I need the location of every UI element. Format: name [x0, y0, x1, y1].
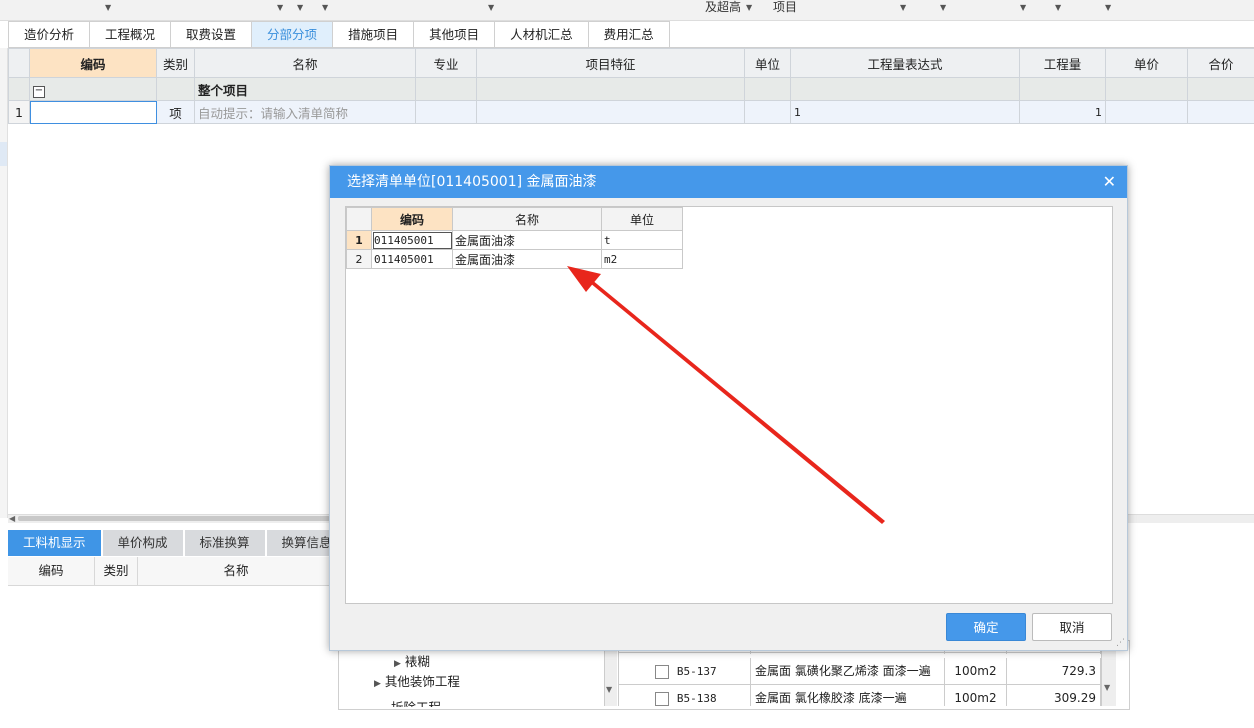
- ok-button[interactable]: 确定: [946, 613, 1026, 641]
- table-row[interactable]: B5-138 金属面 氯化橡胶漆 底漆一遍 100m2 309.29: [619, 685, 1101, 706]
- table-row[interactable]: 2 011405001 金属面油漆 m2: [346, 249, 683, 269]
- dropdown-arrow-icon[interactable]: ▼: [940, 3, 946, 12]
- dropdown-arrow-icon[interactable]: ▼: [105, 3, 111, 12]
- row-number: 1: [8, 100, 30, 124]
- top-item-b[interactable]: 项目: [773, 0, 797, 14]
- collapse-icon[interactable]: −: [33, 85, 45, 98]
- col-header-features[interactable]: 项目特征: [476, 48, 745, 78]
- table-row[interactable]: B5-137 金属面 氯磺化聚乙烯漆 面漆一遍 100m2 729.3: [619, 658, 1101, 685]
- unit-row-unit[interactable]: t: [601, 230, 683, 250]
- tab-cost-analysis[interactable]: 造价分析: [8, 21, 91, 47]
- dropdown-arrow-icon[interactable]: ▼: [1020, 3, 1026, 12]
- tree-item-wallpaper[interactable]: ▶ 裱糊: [394, 651, 430, 670]
- row-type[interactable]: 项: [156, 100, 195, 124]
- row-number: 2: [346, 249, 372, 269]
- left-strip: [0, 48, 8, 518]
- unit-col-unit[interactable]: 单位: [601, 207, 683, 231]
- unit-row-name[interactable]: 金属面油漆: [452, 230, 602, 250]
- dropdown-arrow-icon[interactable]: ▼: [277, 3, 283, 12]
- tab-fee-summary[interactable]: 费用汇总: [588, 21, 670, 47]
- group-row[interactable]: − 整个项目: [8, 77, 1254, 101]
- row-number: 1: [346, 230, 372, 250]
- dropdown-arrow-icon[interactable]: ▼: [900, 3, 906, 12]
- unit-col-code[interactable]: 编码: [371, 207, 453, 231]
- bottom-col-name[interactable]: 名称: [138, 557, 334, 585]
- row-qty[interactable]: 1: [1019, 100, 1106, 124]
- group-row-num: [8, 77, 30, 101]
- tab-measures[interactable]: 措施项目: [333, 21, 415, 47]
- tab-fee-settings[interactable]: 取费设置: [171, 21, 253, 47]
- col-header-qty[interactable]: 工程量: [1019, 48, 1106, 78]
- bottom-col-code[interactable]: 编码: [8, 557, 95, 585]
- dialog-grid-area: 编码 名称 单位 1 011405001 金属面油漆 t 2 011405001…: [345, 206, 1113, 604]
- unit-grid: 编码 名称 单位 1 011405001 金属面油漆 t 2 011405001…: [346, 207, 683, 269]
- scroll-down-icon[interactable]: ▼: [606, 685, 612, 694]
- col-header-specialty[interactable]: 专业: [415, 48, 477, 78]
- unit-row-code[interactable]: 011405001: [371, 249, 453, 269]
- scrollbar-thumb[interactable]: [18, 516, 330, 521]
- tab-material-display[interactable]: 工料机显示: [8, 530, 101, 556]
- resize-grip-icon[interactable]: ⋰: [1116, 638, 1125, 648]
- dropdown-arrow-icon[interactable]: ▼: [1055, 3, 1061, 12]
- tree-item-other-decoration[interactable]: ▶ 其他装饰工程: [374, 671, 460, 690]
- scroll-left-icon[interactable]: ◀: [9, 514, 15, 523]
- main-tab-bar: 造价分析 工程概况 取费设置 分部分项 措施项目 其他项目 人材机汇总 费用汇总: [8, 21, 1254, 48]
- tab-project-overview[interactable]: 工程概况: [90, 21, 172, 47]
- grid-corner: [8, 48, 30, 78]
- tab-labor-material-summary[interactable]: 人材机汇总: [495, 21, 589, 47]
- tab-subitems[interactable]: 分部分项: [252, 21, 334, 47]
- tree-expand-icon[interactable]: ▶: [374, 679, 381, 689]
- dropdown-arrow-icon[interactable]: ▼: [322, 3, 328, 12]
- dropdown-arrow-icon[interactable]: ▼: [488, 3, 494, 12]
- dialog-title: 选择清单单位[011405001] 金属面油漆: [347, 174, 597, 190]
- col-header-name[interactable]: 名称: [194, 48, 416, 78]
- unit-row-name[interactable]: 金属面油漆: [452, 249, 602, 269]
- group-name: 整个项目: [194, 77, 416, 101]
- bottom-col-type[interactable]: 类别: [95, 557, 138, 585]
- col-header-type[interactable]: 类别: [156, 48, 195, 78]
- cancel-button[interactable]: 取消: [1032, 613, 1112, 641]
- tab-other-items[interactable]: 其他项目: [414, 21, 496, 47]
- col-header-unit-price[interactable]: 单价: [1105, 48, 1188, 78]
- dropdown-arrow-icon[interactable]: ▼: [297, 3, 303, 12]
- bottom-tab-bar: 工料机显示 单价构成 标准换算 换算信息: [8, 530, 349, 556]
- close-icon[interactable]: ✕: [1103, 166, 1116, 198]
- row-checkbox[interactable]: [655, 664, 669, 679]
- unit-grid-corner: [346, 207, 372, 231]
- tree-expand-icon[interactable]: ▶: [394, 659, 401, 669]
- col-header-code[interactable]: 编码: [29, 48, 157, 78]
- grid-header-row: 编码 类别 名称 专业 项目特征 单位 工程量表达式 工程量 单价 合价: [8, 48, 1254, 78]
- tab-price-composition[interactable]: 单价构成: [102, 530, 183, 556]
- row-checkbox[interactable]: [655, 691, 669, 706]
- col-header-qty-expr[interactable]: 工程量表达式: [790, 48, 1020, 78]
- row-qty-expr[interactable]: 1: [790, 100, 1020, 124]
- scroll-down-icon[interactable]: ▼: [1104, 683, 1110, 692]
- tab-standard-conversion[interactable]: 标准换算: [184, 530, 265, 556]
- dialog-title-bar[interactable]: 选择清单单位[011405001] 金属面油漆 ✕: [330, 166, 1127, 198]
- col-header-total[interactable]: 合价: [1187, 48, 1254, 78]
- table-row[interactable]: 1 项 自动提示：请输入清单简称 1 1: [8, 100, 1254, 124]
- unit-row-code[interactable]: 011405001: [371, 230, 453, 250]
- select-unit-dialog: 选择清单单位[011405001] 金属面油漆 ✕ 编码 名称 单位 1 011…: [329, 165, 1128, 651]
- table-row[interactable]: 1 011405001 金属面油漆 t: [346, 230, 683, 250]
- items-grid: 编码 类别 名称 专业 项目特征 单位 工程量表达式 工程量 单价 合价 − 整…: [8, 48, 1254, 124]
- top-toolbar-strip: ▼ ▼ ▼ ▼ ▼ 及超高 ▼ 项目 ▼ ▼ ▼ ▼ ▼: [0, 0, 1254, 21]
- row-name-hint[interactable]: 自动提示：请输入清单简称: [194, 100, 416, 124]
- code-input-cell[interactable]: [29, 100, 157, 124]
- top-item-a[interactable]: 及超高: [705, 0, 741, 14]
- tree-item-demolition[interactable]: 拆除工程: [391, 693, 441, 707]
- unit-row-unit[interactable]: m2: [601, 249, 683, 269]
- left-strip-marker: [0, 142, 7, 166]
- dropdown-arrow-icon[interactable]: ▼: [746, 3, 752, 12]
- unit-grid-header: 编码 名称 单位: [346, 207, 683, 231]
- unit-col-name[interactable]: 名称: [452, 207, 602, 231]
- bottom-grid-header: 编码 类别 名称: [8, 557, 338, 586]
- col-header-unit[interactable]: 单位: [744, 48, 791, 78]
- group-collapse-cell[interactable]: −: [29, 77, 157, 101]
- dropdown-arrow-icon[interactable]: ▼: [1105, 3, 1111, 12]
